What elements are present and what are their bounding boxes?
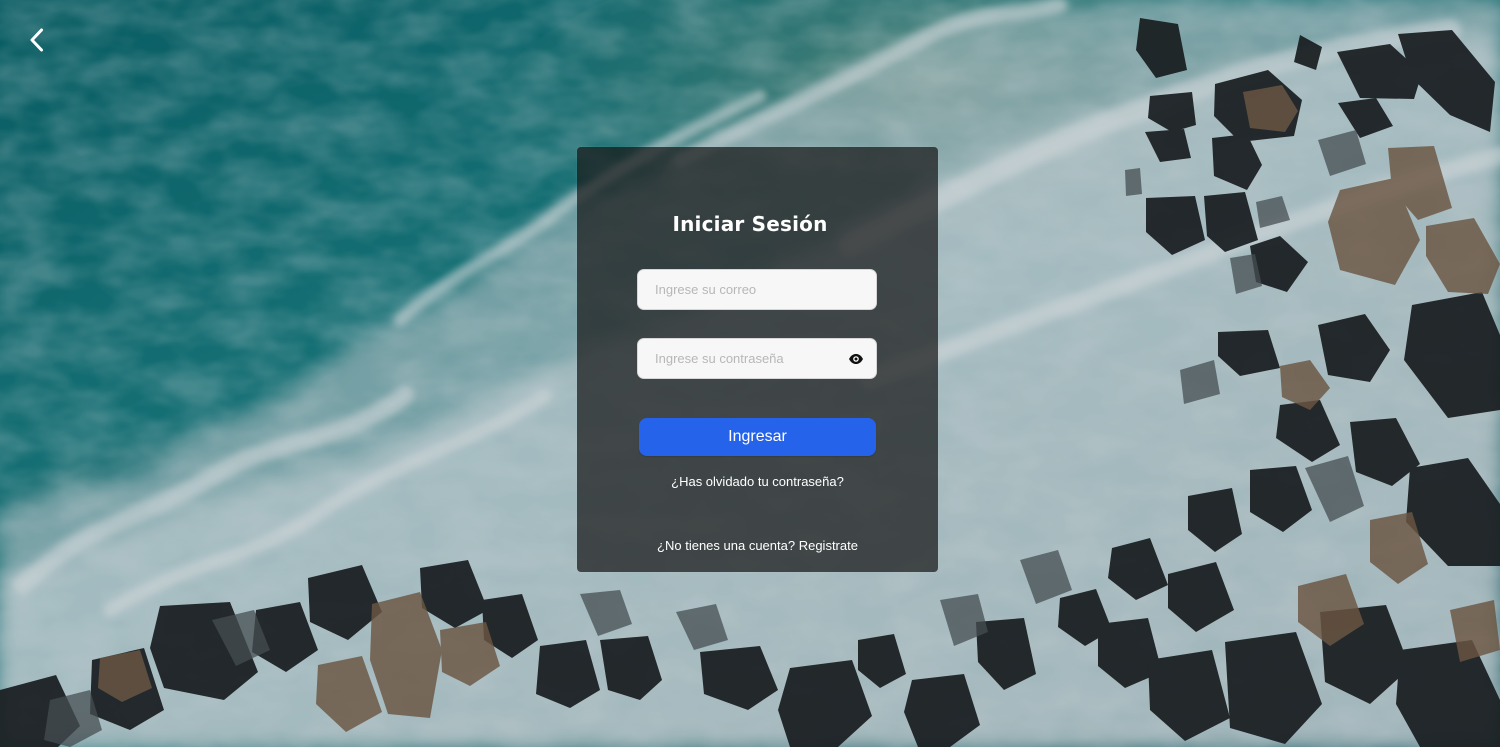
password-visibility-toggle[interactable]	[846, 350, 866, 368]
password-field-wrapper	[637, 338, 877, 379]
back-button[interactable]	[20, 22, 54, 58]
register-prompt: ¿No tienes una cuenta? Registrate	[577, 538, 938, 554]
chevron-left-icon	[30, 28, 43, 52]
page-title: Iniciar Sesión	[672, 212, 828, 236]
register-link[interactable]: Registrate	[799, 538, 858, 553]
login-page: Iniciar Sesión Ingresar ¿Has olvidado tu…	[0, 0, 1500, 747]
login-submit-button[interactable]: Ingresar	[639, 418, 876, 456]
email-field[interactable]	[638, 270, 876, 309]
eye-icon	[849, 354, 863, 364]
email-field-wrapper	[637, 269, 877, 310]
register-prompt-text: ¿No tienes una cuenta?	[657, 538, 799, 553]
forgot-password-link[interactable]: ¿Has olvidado tu contraseña?	[577, 474, 938, 490]
password-field[interactable]	[638, 339, 876, 378]
